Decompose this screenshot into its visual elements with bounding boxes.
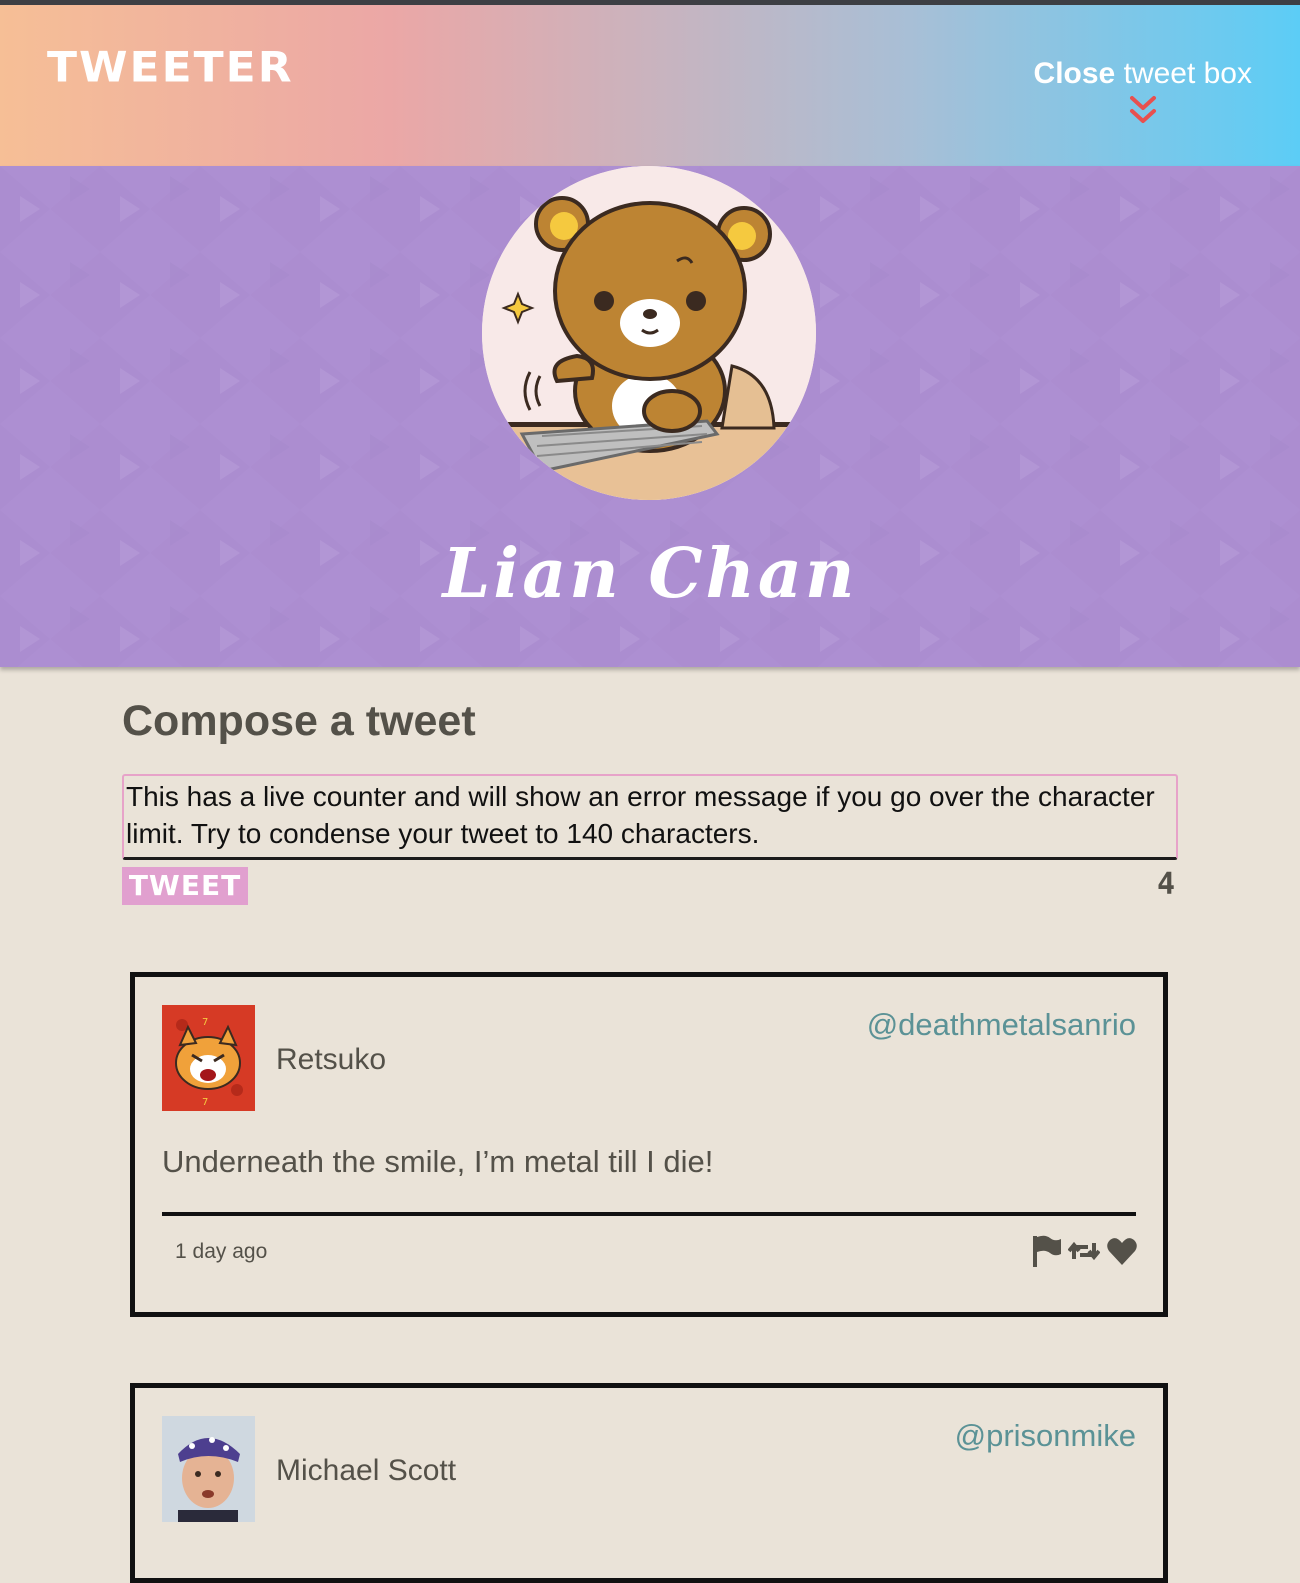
brand-logo[interactable]: TWEETER: [47, 43, 294, 91]
compose-title: Compose a tweet: [122, 697, 476, 745]
tweet-avatar: 7 7: [162, 1005, 255, 1111]
tweet-body: Underneath the smile, I’m metal till I d…: [162, 1144, 714, 1179]
tweet-author-handle[interactable]: @deathmetalsanrio: [867, 1007, 1136, 1043]
tweet-card: Michael Scott @prisonmike: [130, 1383, 1168, 1583]
tweet-author-name: Michael Scott: [276, 1454, 457, 1487]
navbar: TWEETER Close tweet box: [0, 5, 1300, 166]
tweet-divider: [162, 1212, 1136, 1216]
tweet-text-input[interactable]: This has a live counter and will show an…: [122, 774, 1178, 860]
tweet-author-handle[interactable]: @prisonmike: [955, 1418, 1136, 1454]
bear-at-keyboard-avatar: [482, 166, 816, 500]
profile-display-name: Lian Chan: [442, 534, 858, 614]
retweet-icon[interactable]: [1067, 1233, 1101, 1269]
tweet-actions: [1030, 1233, 1138, 1269]
tweet-card: 7 7 Retsuko @deathmetalsanrio Underneath…: [130, 972, 1168, 1317]
tweet-submit-button[interactable]: TWEET: [122, 867, 248, 905]
tweet-timestamp: 1 day ago: [175, 1240, 268, 1263]
flag-icon[interactable]: [1030, 1233, 1062, 1269]
profile-avatar: [482, 166, 816, 500]
double-chevron-down-icon[interactable]: [1128, 95, 1158, 127]
red-panda-avatar: 7 7: [162, 1005, 255, 1111]
tweet-author-name: Retsuko: [276, 1043, 387, 1076]
svg-text:7: 7: [202, 1097, 208, 1108]
toggle-bold-label: Close: [1033, 57, 1116, 90]
character-counter: 4: [1156, 867, 1175, 902]
heart-icon[interactable]: [1106, 1233, 1138, 1269]
svg-text:7: 7: [202, 1017, 208, 1028]
tweet-avatar: [162, 1416, 255, 1522]
man-bandana-avatar: [162, 1416, 255, 1522]
close-tweet-box-toggle[interactable]: Close tweet box: [1034, 57, 1252, 127]
profile-header: Lian Chan: [0, 166, 1300, 667]
toggle-light-label: tweet box: [1123, 57, 1252, 90]
